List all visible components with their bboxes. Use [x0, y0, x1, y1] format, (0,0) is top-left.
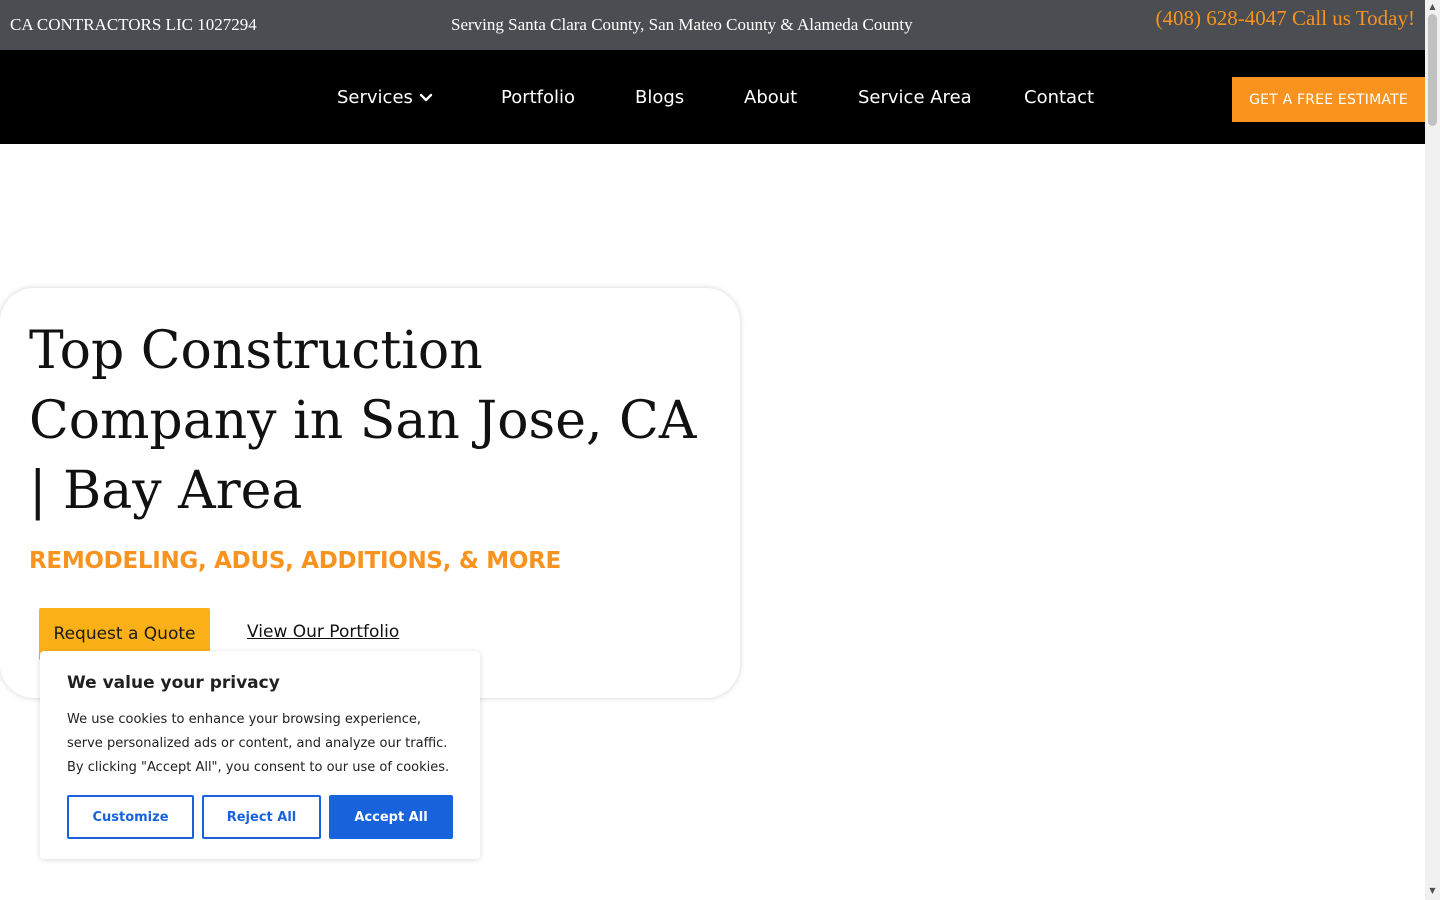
nav-item-services[interactable]: Services	[337, 88, 433, 108]
hero-title: Top Construction Company in San Jose, CA…	[29, 321, 697, 521]
cookie-banner-text: We use cookies to enhance your browsing …	[67, 712, 450, 775]
license-text: CA CONTRACTORS LIC 1027294	[10, 15, 257, 34]
scroll-up-arrow-icon[interactable]: ▲	[1428, 2, 1437, 11]
cookie-consent-banner: We value your privacy We use cookies to …	[40, 651, 480, 859]
nav-item-services-label: Services	[337, 87, 413, 108]
top-info-bar: CA CONTRACTORS LIC 1027294 Serving Santa…	[0, 0, 1425, 50]
chevron-down-icon[interactable]	[419, 88, 433, 108]
scrollbar-thumb[interactable]	[1428, 14, 1437, 126]
page-scrollbar[interactable]: ▲ ▼	[1425, 0, 1440, 900]
nav-item-portfolio[interactable]: Portfolio	[501, 88, 575, 108]
view-portfolio-link[interactable]: View Our Portfolio	[247, 622, 399, 642]
customize-button[interactable]: Customize	[67, 795, 194, 839]
free-estimate-button[interactable]: GET A FREE ESTIMATE	[1232, 77, 1425, 122]
nav-item-about[interactable]: About	[744, 88, 797, 108]
nav-item-blogs[interactable]: Blogs	[635, 88, 684, 108]
nav-item-contact[interactable]: Contact	[1024, 88, 1094, 108]
scroll-down-arrow-icon[interactable]: ▼	[1428, 886, 1437, 895]
accept-all-button[interactable]: Accept All	[329, 795, 453, 839]
phone-link[interactable]: (408) 628-4047 Call us Today!	[1156, 6, 1415, 31]
reject-all-button[interactable]: Reject All	[202, 795, 321, 839]
hero-subtitle: REMODELING, ADUS, ADDITIONS, & MORE	[29, 548, 561, 574]
service-area-text: Serving Santa Clara County, San Mateo Co…	[451, 15, 913, 34]
main-navigation: Services Portfolio Blogs About Service A…	[0, 50, 1425, 144]
cookie-banner-title: We value your privacy	[67, 673, 280, 693]
nav-item-service-area[interactable]: Service Area	[858, 88, 972, 108]
